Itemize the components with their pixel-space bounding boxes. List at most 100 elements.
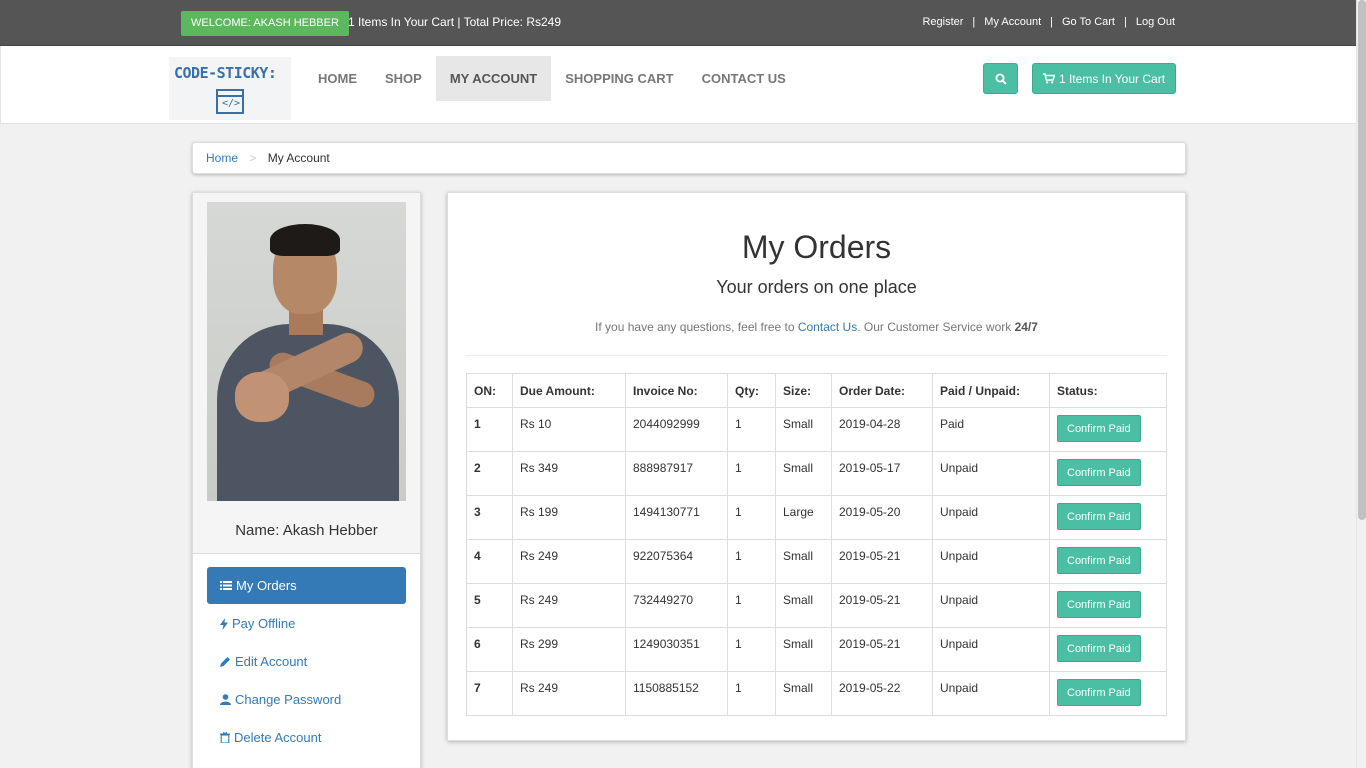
cell-qty: 1 (727, 583, 776, 628)
breadcrumb: Home > My Account (192, 142, 1186, 174)
cell-invoice: 888987917 (625, 451, 728, 496)
cell-on: 6 (466, 627, 513, 672)
site-logo[interactable]: CODE-STICKY: </> (169, 57, 291, 120)
cell-invoice: 1249030351 (625, 627, 728, 672)
col-order-date: Order Date: (831, 373, 933, 408)
divider (466, 355, 1167, 356)
cell-invoice: 1150885152 (625, 671, 728, 716)
cell-paid: Unpaid (932, 539, 1050, 584)
cell-size: Small (775, 539, 832, 584)
cell-on: 5 (466, 583, 513, 628)
col-invoice: Invoice No: (625, 373, 728, 408)
top-bar: WELCOME: AKASH HEBBER 1 Items In Your Ca… (0, 0, 1356, 46)
menu-my-orders[interactable]: My Orders (207, 567, 406, 604)
scrollbar-thumb[interactable] (1358, 0, 1366, 520)
search-button[interactable] (983, 63, 1018, 94)
log-out-link[interactable]: Log Out (1136, 16, 1175, 28)
confirm-paid-button[interactable]: Confirm Paid (1057, 679, 1141, 706)
cell-paid: Unpaid (932, 627, 1050, 672)
help-hours: 24/7 (1014, 320, 1038, 334)
cell-size: Large (775, 495, 832, 540)
cell-amount: Rs 249 (512, 583, 626, 628)
nav-home[interactable]: HOME (304, 56, 371, 101)
orders-table: ON: Due Amount: Invoice No: Qty: Size: O… (466, 373, 1167, 716)
confirm-paid-button[interactable]: Confirm Paid (1057, 635, 1141, 662)
cell-on: 1 (466, 407, 513, 452)
confirm-paid-button[interactable]: Confirm Paid (1057, 547, 1141, 574)
table-row: 7 Rs 249 1150885152 1 Small 2019-05-22 U… (466, 671, 1167, 716)
cart-button-label: 1 Items In Your Cart (1058, 71, 1166, 86)
nav-shop[interactable]: SHOP (371, 56, 436, 101)
welcome-badge: WELCOME: AKASH HEBBER (181, 11, 349, 36)
col-paid-unpaid: Paid / Unpaid: (932, 373, 1050, 408)
main-nav: HOME SHOP MY ACCOUNT SHOPPING CART CONTA… (304, 56, 800, 101)
confirm-paid-button[interactable]: Confirm Paid (1057, 591, 1141, 618)
register-link[interactable]: Register (922, 16, 963, 28)
cart-summary: 1 Items In Your Cart | Total Price: Rs24… (348, 15, 561, 29)
nav-shopping-cart[interactable]: SHOPPING CART (551, 56, 687, 101)
cell-date: 2019-05-17 (831, 451, 933, 496)
cell-on: 3 (466, 495, 513, 540)
cell-status: Confirm Paid (1049, 539, 1167, 584)
orders-panel: My Orders Your orders on one place If yo… (447, 192, 1186, 741)
user-icon (220, 694, 231, 705)
logo-text: CODE-STICKY: (174, 64, 277, 82)
cell-status: Confirm Paid (1049, 583, 1167, 628)
cell-paid: Unpaid (932, 495, 1050, 540)
list-icon (220, 581, 232, 590)
menu-label: Change Password (235, 692, 342, 707)
cell-invoice: 922075364 (625, 539, 728, 584)
breadcrumb-home[interactable]: Home (206, 151, 238, 165)
cart-icon (1042, 73, 1055, 84)
table-header-row: ON: Due Amount: Invoice No: Qty: Size: O… (466, 373, 1167, 408)
menu-delete-account[interactable]: Delete Account (207, 719, 406, 756)
cell-status: Confirm Paid (1049, 627, 1167, 672)
cell-date: 2019-05-21 (831, 583, 933, 628)
cell-amount: Rs 349 (512, 451, 626, 496)
nav-contact-us[interactable]: CONTACT US (688, 56, 800, 101)
code-icon: </> (216, 89, 244, 114)
cell-date: 2019-05-21 (831, 539, 933, 584)
col-on: ON: (466, 373, 513, 408)
pencil-icon (220, 657, 230, 667)
cell-size: Small (775, 671, 832, 716)
menu-label: Pay Offline (232, 616, 296, 631)
cell-on: 2 (466, 451, 513, 496)
cell-date: 2019-05-21 (831, 627, 933, 672)
top-links: Register | My Account | Go To Cart | Log… (922, 16, 1175, 28)
page-scrollbar[interactable] (1356, 0, 1366, 768)
cell-size: Small (775, 627, 832, 672)
contact-us-link[interactable]: Contact Us (798, 320, 857, 334)
table-row: 1 Rs 10 2044092999 1 Small 2019-04-28 Pa… (466, 407, 1167, 452)
confirm-paid-button[interactable]: Confirm Paid (1057, 503, 1141, 530)
cell-amount: Rs 199 (512, 495, 626, 540)
trash-icon (220, 732, 230, 743)
col-size: Size: (775, 373, 832, 408)
go-to-cart-link[interactable]: Go To Cart (1062, 16, 1115, 28)
menu-pay-offline[interactable]: Pay Offline (207, 605, 406, 642)
my-account-link[interactable]: My Account (984, 16, 1041, 28)
help-text: If you have any questions, feel free to … (448, 320, 1185, 334)
cell-qty: 1 (727, 495, 776, 540)
cell-status: Confirm Paid (1049, 451, 1167, 496)
cell-paid: Unpaid (932, 671, 1050, 716)
cell-qty: 1 (727, 451, 776, 496)
cell-invoice: 732449270 (625, 583, 728, 628)
cell-date: 2019-05-20 (831, 495, 933, 540)
menu-edit-account[interactable]: Edit Account (207, 643, 406, 680)
confirm-paid-button[interactable]: Confirm Paid (1057, 459, 1141, 486)
confirm-paid-button[interactable]: Confirm Paid (1057, 415, 1141, 442)
menu-change-password[interactable]: Change Password (207, 681, 406, 718)
cell-qty: 1 (727, 407, 776, 452)
help-prefix: If you have any questions, feel free to (595, 320, 798, 334)
menu-label: My Orders (236, 578, 297, 593)
cell-on: 4 (466, 539, 513, 584)
cell-paid: Unpaid (932, 451, 1050, 496)
cell-status: Confirm Paid (1049, 495, 1167, 540)
col-due-amount: Due Amount: (512, 373, 626, 408)
nav-my-account[interactable]: MY ACCOUNT (435, 56, 552, 101)
table-row: 5 Rs 249 732449270 1 Small 2019-05-21 Un… (466, 583, 1167, 628)
header-cart-button[interactable]: 1 Items In Your Cart (1032, 63, 1176, 94)
breadcrumb-separator: > (249, 151, 257, 165)
cell-invoice: 1494130771 (625, 495, 728, 540)
